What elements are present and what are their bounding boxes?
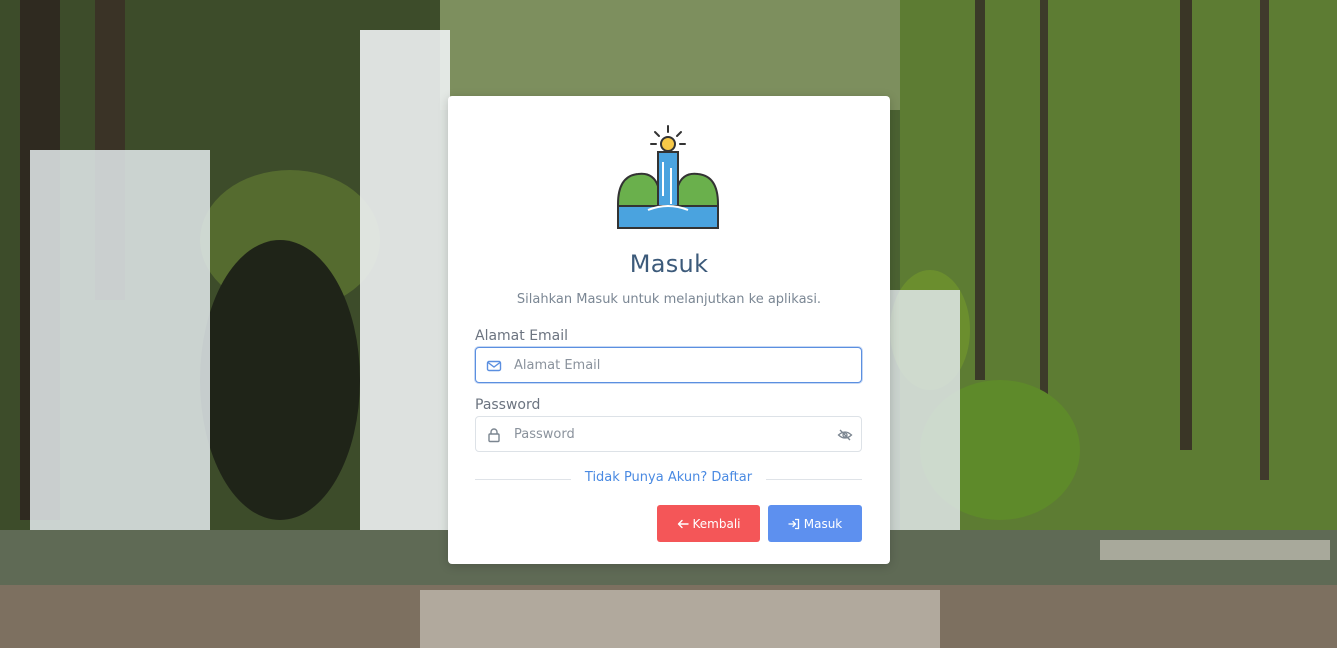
email-input[interactable] xyxy=(514,348,834,382)
password-input[interactable] xyxy=(514,417,834,451)
login-button-label: Masuk xyxy=(803,516,843,531)
back-button-label: Kembali xyxy=(692,516,741,531)
page-title: Masuk xyxy=(629,250,709,278)
sign-in-icon xyxy=(788,518,799,529)
login-card: Masuk Silahkan Masuk untuk melanjutkan k… xyxy=(448,96,890,564)
email-label: Alamat Email xyxy=(475,328,569,344)
lock-icon xyxy=(488,428,500,443)
envelope-icon xyxy=(486,360,502,372)
register-divider: Tidak Punya Akun? Daftar xyxy=(475,470,862,488)
waterfall-logo xyxy=(617,125,719,229)
login-button[interactable]: Masuk xyxy=(768,505,862,542)
divider-line-right xyxy=(766,479,862,480)
back-button[interactable]: Kembali xyxy=(657,505,760,542)
password-label: Password xyxy=(475,397,541,413)
register-link[interactable]: Tidak Punya Akun? Daftar xyxy=(475,470,862,485)
eye-slash-icon[interactable] xyxy=(837,427,853,443)
password-field-wrapper xyxy=(475,416,862,452)
arrow-left-icon xyxy=(677,519,689,528)
page-subtitle: Silahkan Masuk untuk melanjutkan ke apli… xyxy=(516,292,822,307)
email-field-wrapper xyxy=(475,347,862,383)
